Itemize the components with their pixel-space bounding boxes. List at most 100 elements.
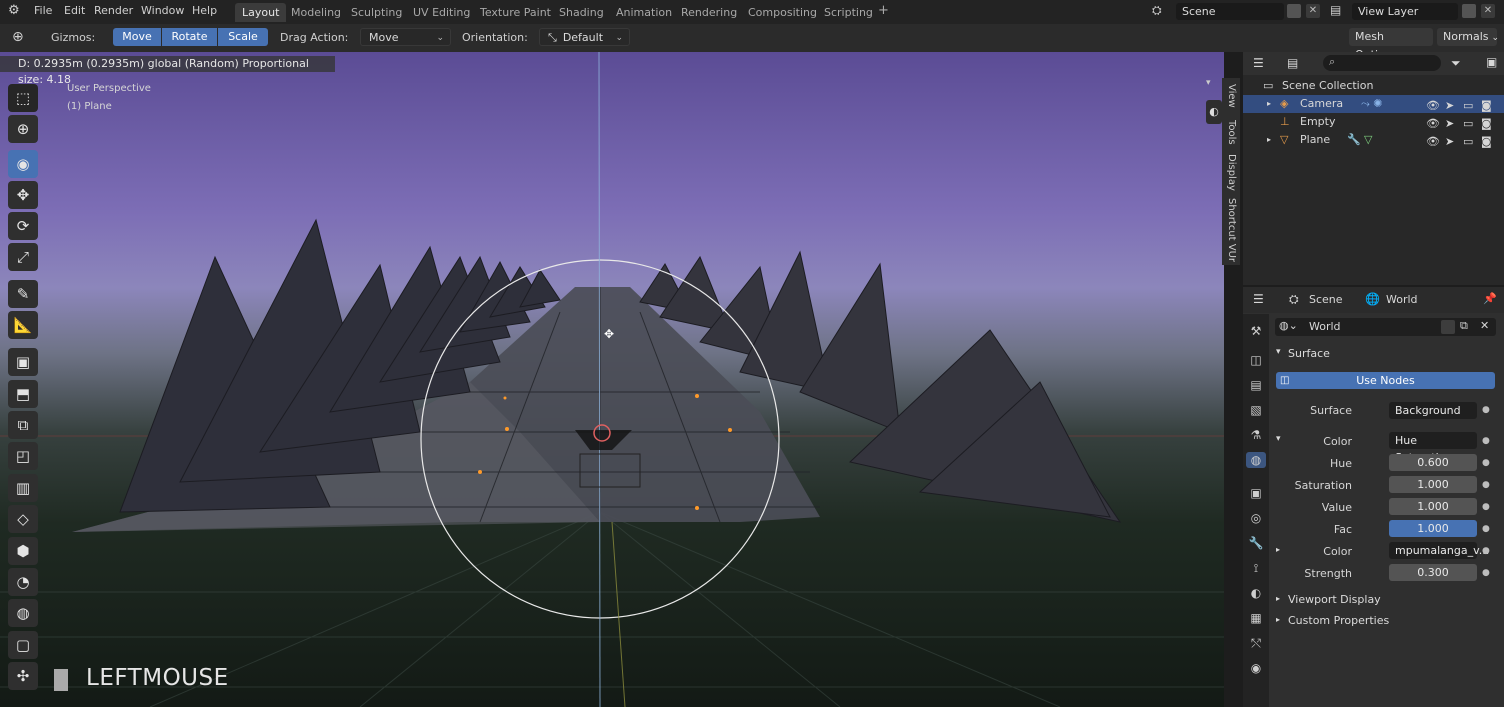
unlink-icon[interactable]: ✕	[1480, 319, 1489, 332]
filter-icon[interactable]: ⏷	[1451, 56, 1461, 71]
outliner-search-input[interactable]: ⌕	[1323, 55, 1441, 71]
annotate-tool-icon[interactable]: ✎	[8, 280, 38, 308]
3d-viewport[interactable]: ✥ User Perspective (1) Plane LEFTMOUSE	[0, 52, 1224, 707]
extrude-tool-icon[interactable]: ⬒	[8, 380, 38, 408]
expand-arrow-icon[interactable]: ▸	[1276, 615, 1280, 624]
new-view-layer-icon[interactable]	[1462, 4, 1476, 18]
npanel-view-toggle-icon[interactable]: ◐	[1206, 100, 1222, 124]
world-tab-icon[interactable]: ◍	[1246, 452, 1266, 468]
spin-tool-icon[interactable]: ◔	[8, 568, 38, 596]
npanel-toggle-icon[interactable]: ▾	[1206, 78, 1211, 88]
socket-dot-icon[interactable]: ●	[1482, 524, 1490, 534]
surface-shader-selector[interactable]: Background	[1389, 402, 1477, 419]
poly-build-tool-icon[interactable]: ⬢	[8, 537, 38, 565]
world-datablock-selector[interactable]: ◍⌄ World ⧉ ✕	[1275, 318, 1496, 336]
output-tab-icon[interactable]: ▤	[1248, 377, 1264, 393]
selectable-arrow-icon[interactable]: ➤	[1445, 133, 1454, 151]
menu-file[interactable]: File	[34, 4, 52, 17]
expand-arrow-icon[interactable]: ▸	[1267, 95, 1271, 113]
custom-properties-section[interactable]: Custom Properties	[1288, 614, 1389, 627]
measure-tool-icon[interactable]: 📐	[8, 311, 38, 339]
collapse-arrow-icon[interactable]: ▾	[1276, 434, 1281, 444]
menu-edit[interactable]: Edit	[64, 4, 85, 17]
outliner-row-empty[interactable]: ⊥ Empty 👁 ➤ ▭ ◙	[1243, 113, 1504, 131]
bevel-tool-icon[interactable]: ◰	[8, 442, 38, 470]
view-layer-tab-icon[interactable]: ▧	[1248, 402, 1264, 418]
display-mode-icon[interactable]: ▤	[1287, 56, 1298, 70]
tab-modeling[interactable]: Modeling	[284, 3, 348, 22]
tab-scripting[interactable]: Scripting	[817, 3, 880, 22]
delete-scene-icon[interactable]: ✕	[1306, 4, 1320, 18]
socket-dot-icon[interactable]: ●	[1482, 502, 1490, 512]
move-tool-icon[interactable]: ✥	[8, 181, 38, 209]
world-name-field[interactable]: World	[1309, 320, 1341, 333]
socket-dot-icon[interactable]: ●	[1482, 458, 1490, 468]
add-cube-tool-icon[interactable]: ▣	[8, 348, 38, 376]
gizmo-rotate-button[interactable]: Rotate	[162, 28, 217, 46]
outliner-row-plane[interactable]: ▸ ▽ Plane 🔧 ▽ 👁 ➤ ▭ ◙	[1243, 131, 1504, 149]
normals-dropdown[interactable]: Normals ⌄	[1437, 28, 1499, 46]
material-preview-tab-icon[interactable]: ◐	[1248, 585, 1264, 601]
tab-sculpting[interactable]: Sculpting	[344, 3, 409, 22]
expand-arrow-icon[interactable]: ▸	[1276, 594, 1280, 603]
particles-tab-icon[interactable]: ⟟	[1248, 560, 1264, 576]
tab-uv-editing[interactable]: UV Editing	[406, 3, 477, 22]
tab-compositing[interactable]: Compositing	[741, 3, 824, 22]
color-node-selector[interactable]: Hue Saturation ...	[1389, 432, 1477, 464]
new-collection-icon[interactable]: ▣	[1486, 55, 1497, 69]
cursor-tool-icon[interactable]: ⊕	[8, 115, 38, 143]
blender-logo-icon[interactable]: ⚙	[8, 3, 20, 18]
shrink-fatten-tool-icon[interactable]: ✣	[8, 662, 38, 690]
expand-arrow-icon[interactable]: ▸	[1267, 131, 1271, 149]
tweak-tool-icon[interactable]: ◉	[8, 150, 38, 178]
saturation-field[interactable]: 1.000	[1389, 476, 1477, 493]
npanel-tab-view[interactable]: View	[1222, 78, 1240, 114]
npanel-tab-shortcut[interactable]: Shortcut VUr	[1222, 195, 1240, 265]
object-tab-icon[interactable]: ▣	[1248, 485, 1264, 501]
tab-layout[interactable]: Layout	[235, 3, 287, 22]
edge-slide-tool-icon[interactable]: ▢	[8, 631, 38, 659]
editor-type-icon[interactable]: ☰	[1253, 292, 1264, 306]
constraints-tab-icon[interactable]: ⤲	[1248, 635, 1264, 651]
tab-texture-paint[interactable]: Texture Paint	[473, 3, 558, 22]
environment-texture-selector[interactable]: mpumalanga_v...	[1389, 542, 1489, 559]
scene-selector[interactable]: Scene	[1176, 3, 1284, 20]
use-nodes-button[interactable]: ◫ Use Nodes	[1276, 372, 1495, 389]
socket-dot-icon[interactable]: ●	[1482, 568, 1490, 578]
pin-icon[interactable]: 📌	[1483, 292, 1497, 305]
knife-tool-icon[interactable]: ◇	[8, 505, 38, 533]
drag-action-dropdown[interactable]: Move ⌄	[360, 28, 451, 46]
modifier-tab-icon[interactable]: 🔧	[1248, 535, 1264, 551]
outliner-root-row[interactable]: ▭ Scene Collection	[1243, 77, 1504, 95]
collapse-arrow-icon[interactable]: ▾	[1276, 347, 1281, 357]
value-field[interactable]: 1.000	[1389, 498, 1477, 515]
viewport-display-section[interactable]: Viewport Display	[1288, 593, 1381, 606]
viewport-monitor-icon[interactable]: ▭	[1463, 133, 1473, 151]
breadcrumb-world[interactable]: World	[1386, 293, 1418, 306]
scene-tab-icon[interactable]: ⚗	[1248, 427, 1264, 443]
expand-arrow-icon[interactable]: ▸	[1276, 545, 1280, 554]
loop-cut-tool-icon[interactable]: ▥	[8, 474, 38, 502]
data-tab-icon[interactable]: ◉	[1248, 660, 1264, 676]
smooth-tool-icon[interactable]: ◍	[8, 599, 38, 627]
surface-section-header[interactable]: Surface	[1288, 347, 1330, 360]
orientation-dropdown[interactable]: ⤡ Default ⌄	[539, 28, 630, 46]
render-camera-icon[interactable]: ◙	[1481, 133, 1492, 151]
fac-field[interactable]: 1.000	[1389, 520, 1477, 537]
editor-type-icon[interactable]: ☰	[1253, 56, 1264, 70]
new-scene-icon[interactable]	[1287, 4, 1301, 18]
npanel-tab-display[interactable]: Display	[1222, 150, 1240, 195]
gizmo-icon[interactable]: ⊕	[12, 29, 24, 45]
outliner-row-camera[interactable]: ▸ ◈ Camera ⤳ ✺ 👁 ➤ ▭ ◙	[1243, 95, 1504, 113]
scene-icon[interactable]: ⛭	[1152, 3, 1162, 18]
menu-render[interactable]: Render	[94, 4, 133, 17]
breadcrumb-scene[interactable]: Scene	[1309, 293, 1343, 306]
socket-dot-icon[interactable]: ●	[1482, 546, 1490, 556]
view-layer-icon[interactable]: ▤	[1330, 3, 1341, 17]
tool-tab-icon[interactable]: ⚒	[1248, 323, 1264, 339]
inset-tool-icon[interactable]: ⧉	[8, 411, 38, 439]
socket-dot-icon[interactable]: ●	[1482, 480, 1490, 490]
tab-rendering[interactable]: Rendering	[674, 3, 744, 22]
render-tab-icon[interactable]: ◫	[1248, 352, 1264, 368]
hue-field[interactable]: 0.600	[1389, 454, 1477, 471]
